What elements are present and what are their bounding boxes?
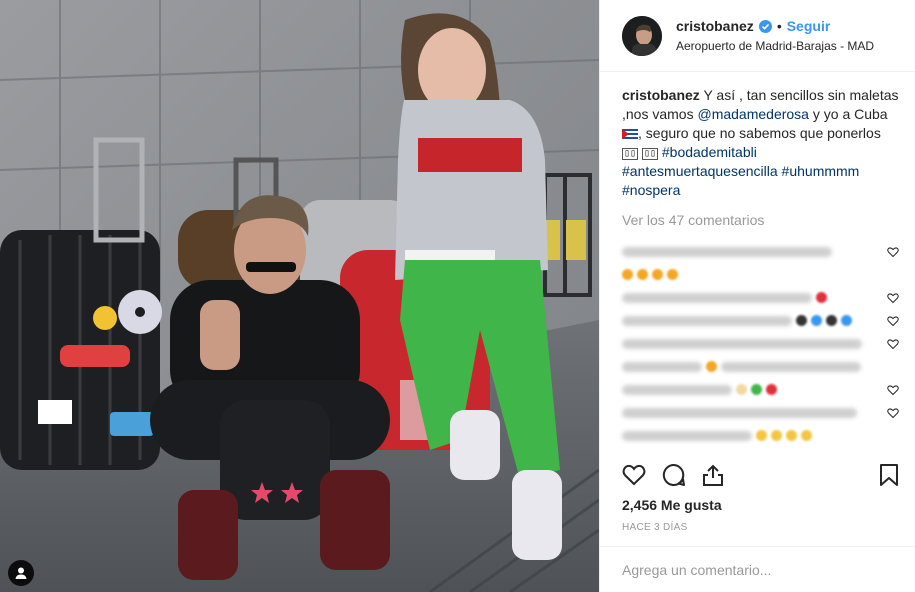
comment-input[interactable]: [622, 561, 893, 578]
comments-area: cristobanez Y así , tan sencillos sin ma…: [600, 72, 915, 444]
follow-button[interactable]: Seguir: [787, 17, 831, 36]
comment-row: [622, 286, 899, 309]
caption-text-2: y yo a Cuba: [812, 106, 888, 122]
comment-row: [622, 424, 899, 444]
cuba-flag-icon: [622, 125, 638, 139]
comment-like-icon[interactable]: [887, 315, 899, 327]
hashtag-uhummmm[interactable]: #uhummmm: [782, 163, 860, 179]
caption-username[interactable]: cristobanez: [622, 87, 700, 103]
comment-like-icon[interactable]: [887, 246, 899, 258]
post-actions: [622, 458, 899, 492]
header-username[interactable]: cristobanez: [676, 17, 754, 36]
comment-row: [622, 332, 899, 355]
instagram-post: cristobanez • Seguir Aeropuerto de Madri…: [0, 0, 915, 592]
hashtag-bodademitabli[interactable]: #bodademitabli: [662, 144, 757, 160]
missing-glyph-icon: ▯▯: [622, 148, 639, 160]
bookmark-icon[interactable]: [879, 463, 899, 487]
comment-row: [622, 355, 899, 378]
hashtag-nospera[interactable]: #nospera: [622, 182, 680, 198]
view-all-comments-link[interactable]: Ver los 47 comentarios: [622, 212, 899, 228]
comment-like-icon[interactable]: [887, 338, 899, 350]
avatar[interactable]: [622, 15, 662, 56]
post-sidebar: cristobanez • Seguir Aeropuerto de Madri…: [599, 0, 915, 592]
hashtag-antesmuertaquesencilla[interactable]: #antesmuertaquesencilla: [622, 163, 778, 179]
comment-row: [622, 240, 899, 263]
add-comment-bar: [600, 546, 915, 592]
header-separator: •: [776, 17, 782, 34]
comment-like-icon[interactable]: [887, 407, 899, 419]
comment-row: [622, 263, 899, 286]
comment-bubble-icon[interactable]: [662, 463, 686, 487]
post-caption: cristobanez Y así , tan sencillos sin ma…: [622, 86, 899, 200]
comment-like-icon[interactable]: [887, 384, 899, 396]
comment-row: [622, 309, 899, 332]
location-link[interactable]: Aeropuerto de Madrid-Barajas - MAD: [676, 38, 874, 54]
missing-glyph-icon-2: ▯▯: [641, 148, 658, 160]
verified-badge-icon: [758, 19, 772, 33]
caption-text-3: , seguro que no sabemos que ponerlos: [638, 125, 881, 141]
share-upload-icon[interactable]: [702, 463, 724, 487]
likes-count[interactable]: 2,456 Me gusta: [622, 497, 722, 513]
photo-scene: [0, 0, 599, 592]
user-tag-icon[interactable]: [8, 560, 34, 586]
comment-row: [622, 378, 899, 401]
caption-mention[interactable]: @madamederosa: [697, 106, 809, 122]
comment-like-icon[interactable]: [887, 292, 899, 304]
post-timestamp: HACE 3 DÍAS: [622, 522, 688, 533]
comment-row: [622, 401, 899, 424]
heart-outline-icon[interactable]: [622, 464, 646, 486]
post-photo[interactable]: [0, 0, 599, 592]
post-header: cristobanez • Seguir Aeropuerto de Madri…: [600, 0, 915, 72]
